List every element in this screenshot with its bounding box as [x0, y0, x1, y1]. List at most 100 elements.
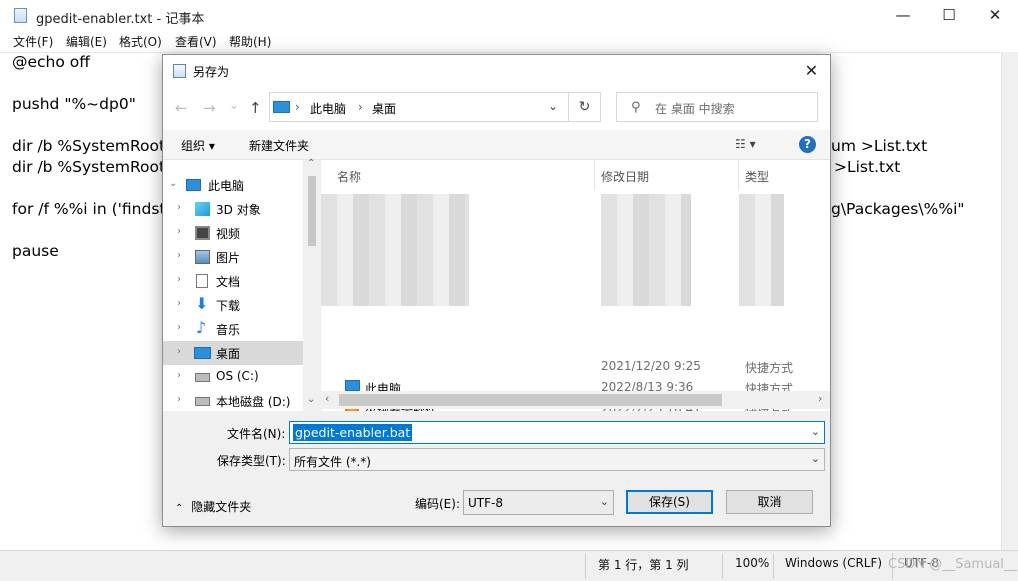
obscured-file-dates	[601, 194, 691, 306]
view-options-button[interactable]: ☷ ▾	[735, 137, 756, 151]
column-header-date[interactable]: 修改日期	[595, 160, 739, 190]
chevron-right-icon[interactable]: ›	[177, 202, 181, 213]
hide-folders-toggle[interactable]: ⌃ 隐藏文件夹	[175, 498, 251, 515]
video-icon	[195, 226, 210, 240]
chevron-down-icon[interactable]: ⌄	[548, 99, 558, 113]
pc-icon	[345, 380, 360, 391]
menu-edit[interactable]: 编辑(E)	[66, 33, 107, 50]
tree-item-downloads[interactable]: › ⬇ 下载	[163, 293, 321, 317]
search-box[interactable]: ⚲ 在 桌面 中搜索	[616, 92, 818, 122]
organize-button[interactable]: 组织 ▾	[181, 137, 215, 154]
chevron-down-icon[interactable]: ⌄	[811, 425, 820, 438]
tree-item-drive-c[interactable]: › OS (C:)	[163, 365, 321, 389]
chevron-right-icon[interactable]: ›	[177, 370, 181, 381]
back-arrow-icon[interactable]: ←	[175, 99, 188, 117]
menu-help[interactable]: 帮助(H)	[229, 33, 271, 50]
tree-item-videos[interactable]: › 视频	[163, 221, 321, 245]
save-button[interactable]: 保存(S)	[626, 490, 713, 514]
navigation-tree: ⌄ 此电脑 › 3D 对象 › 视频 › 图片 › 文档 › ⬇ 下载 › ♪ …	[163, 160, 321, 411]
notepad-icon	[14, 8, 27, 23]
up-arrow-icon[interactable]: ↑	[249, 99, 262, 117]
chevron-right-icon[interactable]: ›	[177, 274, 181, 285]
column-header-type[interactable]: 类型	[739, 160, 830, 190]
search-placeholder: 在 桌面 中搜索	[655, 102, 735, 116]
watermark: CSDN @__Samual__	[888, 557, 1017, 572]
chevron-right-icon[interactable]: ›	[177, 226, 181, 237]
search-icon: ⚲	[631, 100, 641, 115]
chevron-right-icon[interactable]: ›	[177, 346, 181, 357]
help-icon[interactable]: ?	[799, 136, 816, 153]
filetype-select[interactable]: 所有文件 (*.*) ⌄	[289, 448, 825, 471]
menu-file[interactable]: 文件(F)	[13, 33, 53, 50]
pc-icon	[273, 101, 290, 113]
chevron-down-icon[interactable]: ⌄	[811, 452, 820, 465]
file-list-horizontal-scrollbar[interactable]: ‹ ›	[321, 391, 830, 409]
chevron-down-icon[interactable]: ⌄	[600, 495, 609, 508]
dialog-close-button[interactable]: ✕	[793, 55, 830, 86]
text-line: pause	[12, 242, 59, 260]
filename-input[interactable]: gpedit-enabler.bat ⌄	[289, 421, 825, 444]
dialog-toolbar: 组织 ▾ 新建文件夹 ☷ ▾ ?	[163, 130, 830, 160]
maximize-button[interactable]: ☐	[926, 0, 972, 32]
desktop-icon	[194, 347, 211, 359]
status-line-ending: Windows (CRLF)	[785, 556, 883, 570]
text-line: dir /b %SystemRoot	[12, 137, 166, 155]
minimize-button[interactable]: —	[880, 0, 926, 32]
chevron-right-icon[interactable]: ›	[177, 250, 181, 261]
new-folder-button[interactable]: 新建文件夹	[249, 137, 309, 154]
document-icon	[196, 274, 208, 288]
notepad-title-bar: gpedit-enabler.txt - 记事本 — ☐ ✕	[0, 0, 1018, 32]
chevron-right-icon[interactable]: ›	[177, 298, 181, 309]
file-row[interactable]: 2021/12/20 9:25 快捷方式	[321, 355, 830, 377]
text-line: pushd "%~dp0"	[12, 95, 136, 113]
tree-item-desktop[interactable]: › 桌面	[163, 341, 321, 365]
tree-item-pictures[interactable]: › 图片	[163, 245, 321, 269]
status-bar: 第 1 行，第 1 列 100% Windows (CRLF) UTF-8	[0, 550, 1018, 581]
status-zoom: 100%	[735, 556, 770, 570]
breadcrumb-pc[interactable]: 此电脑	[310, 100, 346, 117]
save-as-dialog: 另存为 ✕ ← → ⌄ ↑ › 此电脑 › 桌面 ⌄ ↻ ⚲ 在 桌面 中搜索 …	[162, 54, 831, 527]
drive-icon	[195, 373, 210, 382]
dialog-title-bar: 另存为 ✕	[163, 55, 830, 86]
sort-arrow-icon: ⌃	[461, 160, 470, 167]
chevron-up-icon: ⌃	[175, 503, 184, 514]
tree-item-drive-d[interactable]: › 本地磁盘 (D:)	[163, 389, 321, 411]
column-header-name[interactable]: 名称 ⌃	[321, 160, 595, 190]
music-icon: ♪	[196, 318, 207, 337]
text-line-fragment: g\Packages\%%i"	[831, 200, 965, 218]
dialog-title: 另存为	[193, 65, 230, 79]
cancel-button[interactable]: 取消	[726, 490, 813, 514]
tree-item-3d-objects[interactable]: › 3D 对象	[163, 197, 321, 221]
text-line: @echo off	[12, 53, 90, 71]
encoding-select[interactable]: UTF-8 ⌄	[463, 490, 614, 515]
address-bar[interactable]: › 此电脑 › 桌面 ⌄	[269, 92, 569, 122]
download-icon: ⬇	[195, 294, 209, 313]
menu-view[interactable]: 查看(V)	[175, 33, 217, 50]
navigation-bar: ← → ⌄ ↑ › 此电脑 › 桌面 ⌄ ↻ ⚲ 在 桌面 中搜索	[163, 86, 830, 130]
tree-item-pc[interactable]: ⌄ 此电脑	[163, 173, 321, 197]
text-line-fragment: >List.txt	[834, 158, 901, 176]
drive-icon	[195, 397, 210, 406]
pc-icon	[186, 179, 201, 191]
text-line-fragment: um >List.txt	[831, 137, 928, 155]
obscured-file-names	[321, 194, 469, 306]
editor-vertical-scrollbar[interactable]	[1001, 52, 1018, 550]
text-line: dir /b %SystemRoot	[12, 158, 166, 176]
encoding-label: 编码(E):	[415, 497, 460, 511]
tree-item-documents[interactable]: › 文档	[163, 269, 321, 293]
breadcrumb-desktop[interactable]: 桌面	[372, 100, 396, 117]
forward-arrow-icon[interactable]: →	[203, 99, 216, 117]
menu-format[interactable]: 格式(O)	[119, 33, 162, 50]
recent-locations-icon[interactable]: ⌄	[229, 98, 239, 112]
obscured-file-types	[739, 194, 784, 306]
chevron-down-icon[interactable]: ⌄	[169, 178, 177, 189]
refresh-button[interactable]: ↻	[569, 92, 601, 122]
tree-vertical-scrollbar[interactable]: ⌃ ⌄	[303, 158, 321, 411]
chevron-right-icon[interactable]: ›	[177, 394, 181, 405]
status-position: 第 1 行，第 1 列	[598, 558, 689, 572]
close-button[interactable]: ✕	[972, 0, 1018, 32]
file-list: 名称 ⌃ 修改日期 类型 2021/12/20 9:25 快捷方式 此电脑 20…	[321, 160, 830, 411]
chevron-right-icon[interactable]: ›	[177, 322, 181, 333]
picture-icon	[195, 250, 210, 264]
tree-item-music[interactable]: › ♪ 音乐	[163, 317, 321, 341]
